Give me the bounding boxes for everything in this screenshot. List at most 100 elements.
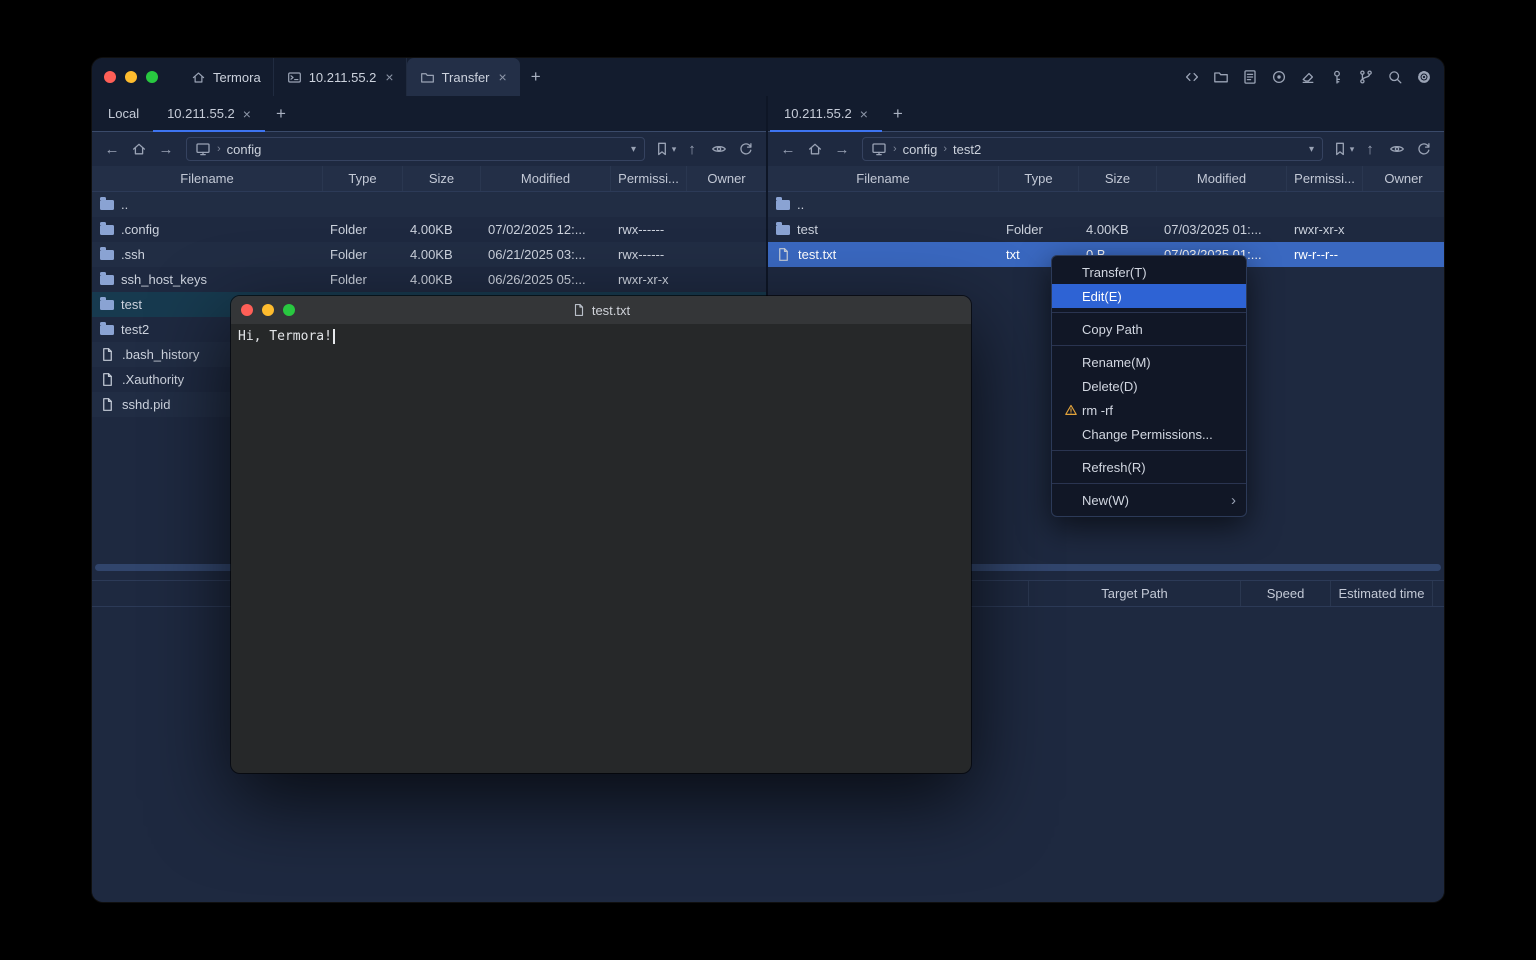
file-row-item[interactable]: .. <box>768 192 1444 217</box>
permissions-cell: rwxr-xr-x <box>1286 222 1362 237</box>
menu-item-new-w[interactable]: New(W)› <box>1052 488 1246 512</box>
column-header-size[interactable]: Size <box>1078 166 1156 191</box>
panel-tab-10-211-55-2[interactable]: 10.211.55.2× <box>770 96 882 131</box>
panel-tab-local[interactable]: Local <box>94 96 153 131</box>
editor-close-button[interactable] <box>241 304 253 316</box>
column-header-owner[interactable]: Owner <box>1362 166 1444 191</box>
forward-button[interactable]: → <box>830 137 854 161</box>
menu-separator <box>1052 450 1246 451</box>
chevron-down-icon[interactable]: ▾ <box>1309 144 1314 155</box>
eye-button[interactable] <box>707 137 731 161</box>
left-path-field[interactable]: ›config▾ <box>186 137 645 161</box>
menu-item-label: Transfer(T) <box>1082 265 1147 280</box>
code-icon[interactable] <box>1184 69 1200 85</box>
refresh-button[interactable] <box>1412 137 1436 161</box>
file-row-item[interactable]: .. <box>92 192 766 217</box>
bookmark-button[interactable]: ▾ <box>1331 137 1355 161</box>
editor-titlebar[interactable]: test.txt <box>231 296 971 324</box>
column-header-type[interactable]: Type <box>998 166 1078 191</box>
checklist-icon[interactable] <box>1242 69 1258 85</box>
refresh-button[interactable] <box>734 137 758 161</box>
app-tab-label: Termora <box>213 70 261 85</box>
file-row-config[interactable]: .configFolder4.00KB07/02/2025 12:...rwx-… <box>92 217 766 242</box>
size-cell: 4.00KB <box>402 222 480 237</box>
menu-item-change-permissions[interactable]: Change Permissions... <box>1052 422 1246 446</box>
bookmark-button[interactable]: ▾ <box>653 137 677 161</box>
transfer-column-estimated-time[interactable]: Estimated time <box>1330 581 1432 606</box>
filename-label: .. <box>797 197 804 212</box>
menu-item-label: Edit(E) <box>1082 289 1122 304</box>
menu-item-label: Refresh(R) <box>1082 460 1146 475</box>
new-tab-button[interactable]: + <box>520 58 552 96</box>
file-row-ssh-host-keys[interactable]: ssh_host_keysFolder4.00KB06/26/2025 05:.… <box>92 267 766 292</box>
file-row-ssh[interactable]: .sshFolder4.00KB06/21/2025 03:...rwx----… <box>92 242 766 267</box>
close-tab-icon[interactable]: × <box>860 106 868 122</box>
column-header-type[interactable]: Type <box>322 166 402 191</box>
up-button[interactable]: ↑ <box>1358 137 1382 161</box>
screen-background: { "colors": { "accent": "#3d74f1", "sele… <box>0 0 1536 960</box>
editor-title-label: test.txt <box>592 303 630 318</box>
file-icon <box>100 347 115 362</box>
menu-item-delete-d[interactable]: Delete(D) <box>1052 374 1246 398</box>
close-tab-icon[interactable]: × <box>385 69 393 85</box>
column-header-permissi[interactable]: Permissi... <box>1286 166 1362 191</box>
back-button[interactable]: ← <box>100 137 124 161</box>
column-header-modified[interactable]: Modified <box>480 166 610 191</box>
column-header-permissi[interactable]: Permissi... <box>610 166 686 191</box>
forward-button[interactable]: → <box>154 137 178 161</box>
record-icon[interactable] <box>1271 69 1287 85</box>
filename-label: .config <box>121 222 159 237</box>
eye-button[interactable] <box>1385 137 1409 161</box>
branch-icon[interactable] <box>1358 69 1374 85</box>
menu-item-transfer-t[interactable]: Transfer(T) <box>1052 260 1246 284</box>
zoom-window-button[interactable] <box>146 71 158 83</box>
up-button[interactable]: ↑ <box>680 137 704 161</box>
app-tab-transfer[interactable]: Transfer× <box>407 58 520 96</box>
filename-label: sshd.pid <box>122 397 170 412</box>
app-tab-termora[interactable]: Termora <box>178 58 274 96</box>
menu-separator <box>1052 483 1246 484</box>
chevron-down-icon[interactable]: ▾ <box>631 144 636 155</box>
minimize-window-button[interactable] <box>125 71 137 83</box>
filename-cell: ssh_host_keys <box>92 272 322 287</box>
right-path-field[interactable]: ›config›test2▾ <box>862 137 1323 161</box>
close-window-button[interactable] <box>104 71 116 83</box>
settings-icon[interactable] <box>1416 69 1432 85</box>
menu-item-rename-m[interactable]: Rename(M) <box>1052 350 1246 374</box>
column-header-size[interactable]: Size <box>402 166 480 191</box>
close-tab-icon[interactable]: × <box>243 106 251 122</box>
editor-content[interactable]: Hi, Termora! <box>231 324 971 773</box>
permissions-cell: rwx------ <box>610 222 686 237</box>
folder-icon[interactable] <box>1213 69 1229 85</box>
new-panel-tab-button[interactable]: + <box>265 96 297 131</box>
key-icon[interactable] <box>1329 69 1345 85</box>
panel-tab-10-211-55-2[interactable]: 10.211.55.2× <box>153 96 265 131</box>
column-header-owner[interactable]: Owner <box>686 166 766 191</box>
close-tab-icon[interactable]: × <box>499 69 507 85</box>
menu-item-edit-e[interactable]: Edit(E) <box>1052 284 1246 308</box>
home-button[interactable] <box>127 137 151 161</box>
eraser-icon[interactable] <box>1300 69 1316 85</box>
filename-cell: test <box>768 222 998 237</box>
column-header-filename[interactable]: Filename <box>92 166 322 191</box>
app-tab-10-211-55-2[interactable]: 10.211.55.2× <box>274 58 407 96</box>
new-panel-tab-button[interactable]: + <box>882 96 914 131</box>
transfer-column-target-path[interactable]: Target Path <box>1028 581 1240 606</box>
editor-zoom-button[interactable] <box>283 304 295 316</box>
menu-item-rm-rf[interactable]: rm -rf <box>1052 398 1246 422</box>
transfer-column-speed[interactable]: Speed <box>1240 581 1330 606</box>
column-header-modified[interactable]: Modified <box>1156 166 1286 191</box>
transfer-header-end <box>1432 581 1444 606</box>
column-header-filename[interactable]: Filename <box>768 166 998 191</box>
menu-item-copy-path[interactable]: Copy Path <box>1052 317 1246 341</box>
home-button[interactable] <box>803 137 827 161</box>
filename-label: test <box>797 222 818 237</box>
editor-minimize-button[interactable] <box>262 304 274 316</box>
search-icon[interactable] <box>1387 69 1403 85</box>
menu-item-refresh-r[interactable]: Refresh(R) <box>1052 455 1246 479</box>
file-row-test[interactable]: testFolder4.00KB07/03/2025 01:...rwxr-xr… <box>768 217 1444 242</box>
editor-window-controls <box>241 304 295 316</box>
back-button[interactable]: ← <box>776 137 800 161</box>
path-separator-icon: › <box>893 143 897 155</box>
menu-item-label: New(W) <box>1082 493 1129 508</box>
